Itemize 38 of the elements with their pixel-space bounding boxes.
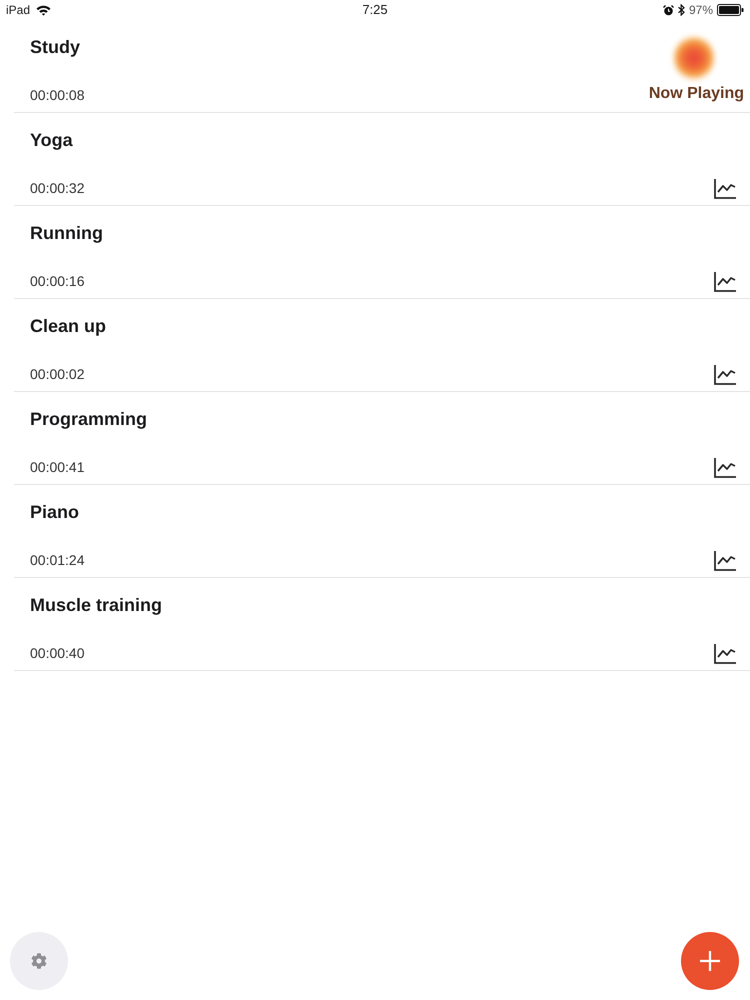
activity-row[interactable]: Yoga 00:00:32 xyxy=(14,113,750,206)
activity-name: Yoga xyxy=(30,129,74,151)
glow-icon xyxy=(674,36,714,80)
line-chart-icon[interactable] xyxy=(714,644,736,664)
activity-name: Programming xyxy=(30,408,148,430)
activity-row[interactable]: Running 00:00:16 xyxy=(14,206,750,299)
line-chart-icon[interactable] xyxy=(714,458,736,478)
device-name: iPad xyxy=(6,2,30,19)
activity-row[interactable]: Study 00:00:08 Now Playing xyxy=(14,20,750,113)
activity-name: Muscle training xyxy=(30,594,162,616)
elapsed-time: 00:01:24 xyxy=(30,551,84,570)
activity-row[interactable]: Piano 00:01:24 xyxy=(14,485,750,578)
elapsed-time: 00:00:08 xyxy=(30,86,84,105)
alarm-clock-icon xyxy=(662,4,674,16)
activity-row[interactable]: Programming 00:00:41 xyxy=(14,392,750,485)
plus-icon xyxy=(700,951,720,971)
line-chart-icon[interactable] xyxy=(714,179,736,199)
activity-row[interactable]: Clean up 00:00:02 xyxy=(14,299,750,392)
line-chart-icon[interactable] xyxy=(714,365,736,385)
bluetooth-icon xyxy=(678,4,685,16)
elapsed-time: 00:00:32 xyxy=(30,179,84,198)
wifi-icon xyxy=(36,4,52,16)
line-chart-icon[interactable] xyxy=(714,551,736,571)
battery-icon xyxy=(717,4,744,16)
elapsed-time: 00:00:16 xyxy=(30,272,86,291)
battery-percent: 97% xyxy=(688,2,713,19)
activity-name: Clean up xyxy=(30,315,106,337)
now-playing-label: Now Playing xyxy=(648,84,744,104)
activity-row[interactable]: Muscle training 00:00:40 xyxy=(14,578,750,671)
elapsed-time: 00:00:02 xyxy=(30,365,86,384)
elapsed-time: 00:00:41 xyxy=(30,458,86,477)
elapsed-time: 00:00:40 xyxy=(30,644,86,663)
status-time: 7:25 xyxy=(362,1,388,20)
activity-name: Piano xyxy=(30,501,80,523)
settings-icon xyxy=(31,953,47,969)
line-chart-icon[interactable] xyxy=(714,272,736,292)
activity-name: Study xyxy=(30,36,82,58)
activity-name: Running xyxy=(30,222,103,244)
